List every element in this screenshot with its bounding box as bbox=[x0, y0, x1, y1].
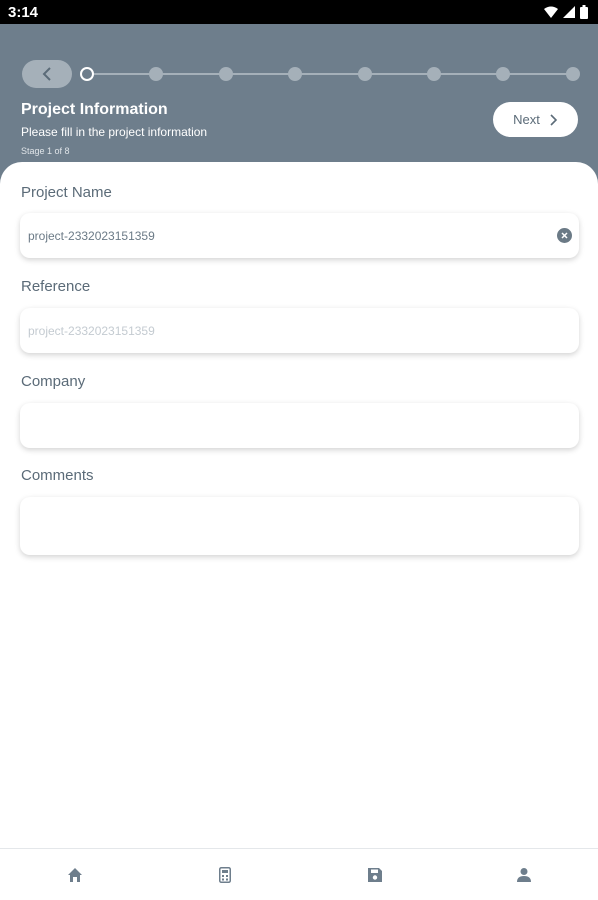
progress-stepper bbox=[80, 67, 580, 81]
page-title: Project Information bbox=[21, 101, 168, 118]
project-name-field[interactable]: project-2332023151359 bbox=[20, 213, 579, 258]
comments-field[interactable] bbox=[20, 497, 579, 555]
home-icon bbox=[67, 868, 82, 882]
page-subtitle: Please fill in the project information bbox=[21, 125, 208, 139]
step-6 bbox=[427, 67, 441, 81]
step-3 bbox=[219, 67, 233, 81]
company-field[interactable] bbox=[20, 403, 579, 448]
project-name-label: Project Name bbox=[21, 184, 112, 201]
chevron-left-icon bbox=[42, 67, 51, 81]
nav-save[interactable] bbox=[300, 849, 449, 900]
status-bar: 3:14 bbox=[0, 0, 598, 24]
reference-placeholder: project-2332023151359 bbox=[28, 324, 155, 338]
form-card: Project Name project-2332023151359 Refer… bbox=[0, 162, 598, 848]
chevron-right-icon bbox=[550, 113, 557, 126]
stage-indicator: Stage 1 of 8 bbox=[21, 146, 70, 156]
status-icons bbox=[544, 4, 588, 20]
next-button[interactable]: Next bbox=[493, 102, 578, 137]
step-5 bbox=[358, 67, 372, 81]
step-7 bbox=[496, 67, 510, 81]
person-icon bbox=[516, 868, 531, 882]
comments-label: Comments bbox=[21, 467, 94, 484]
signal-icon bbox=[563, 6, 575, 18]
nav-profile[interactable] bbox=[449, 849, 598, 900]
nav-home[interactable] bbox=[0, 849, 149, 900]
back-button[interactable] bbox=[22, 60, 72, 88]
status-time: 3:14 bbox=[8, 4, 39, 21]
wifi-icon bbox=[544, 6, 558, 18]
next-button-label: Next bbox=[513, 112, 540, 127]
step-8 bbox=[566, 67, 580, 81]
nav-calculator[interactable] bbox=[150, 849, 299, 900]
bottom-nav bbox=[0, 848, 598, 900]
calculator-icon bbox=[218, 867, 231, 883]
save-icon bbox=[367, 868, 382, 882]
project-name-value: project-2332023151359 bbox=[28, 229, 155, 243]
clear-icon[interactable] bbox=[557, 228, 572, 243]
battery-icon bbox=[580, 5, 588, 19]
step-1 bbox=[80, 67, 94, 81]
reference-field[interactable]: project-2332023151359 bbox=[20, 308, 579, 353]
step-2 bbox=[149, 67, 163, 81]
reference-label: Reference bbox=[21, 278, 91, 295]
step-4 bbox=[288, 67, 302, 81]
company-label: Company bbox=[21, 373, 86, 390]
